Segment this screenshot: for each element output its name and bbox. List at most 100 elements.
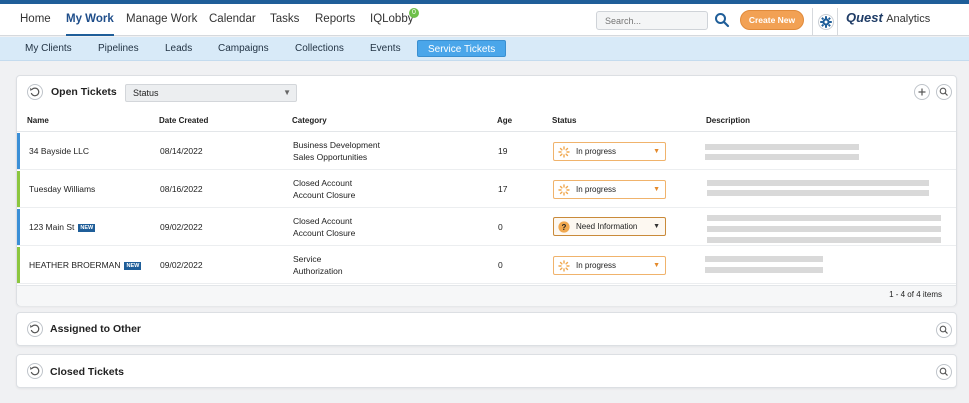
table-row[interactable]: HEATHER BROERMAN NEW 09/02/2022 Service A… bbox=[17, 247, 956, 284]
status-select[interactable]: In progress ▼ bbox=[553, 180, 666, 199]
col-header-date[interactable]: Date Created bbox=[159, 116, 208, 125]
gear-icon[interactable] bbox=[818, 14, 834, 30]
assigned-to-other-card: Assigned to Other bbox=[16, 312, 957, 346]
spinner-icon bbox=[558, 184, 570, 196]
refresh-icon[interactable] bbox=[27, 321, 43, 337]
new-badge: NEW bbox=[124, 262, 142, 270]
ticket-name: 34 Bayside LLC bbox=[29, 145, 89, 157]
description-placeholder bbox=[707, 180, 929, 186]
table-row[interactable]: 123 Main St NEW 09/02/2022 Closed Account… bbox=[17, 209, 956, 246]
description-placeholder bbox=[707, 237, 941, 243]
ticket-category-secondary: Authorization bbox=[293, 266, 343, 276]
nav-iqlobby[interactable]: IQLobby bbox=[370, 4, 413, 36]
ticket-age: 17 bbox=[498, 184, 508, 194]
description-placeholder bbox=[707, 226, 941, 232]
spinner-icon bbox=[558, 260, 570, 272]
settings-container bbox=[812, 8, 838, 36]
table-footer: 1 - 4 of 4 items bbox=[17, 285, 956, 306]
chevron-down-icon: ▼ bbox=[283, 88, 291, 97]
table-row[interactable]: 34 Bayside LLC 08/14/2022 Business Devel… bbox=[17, 133, 956, 170]
status-select[interactable]: In progress ▼ bbox=[553, 256, 666, 275]
col-header-status[interactable]: Status bbox=[552, 116, 576, 125]
chevron-down-icon: ▼ bbox=[653, 223, 660, 230]
status-filter-dropdown[interactable]: Status ▼ bbox=[125, 84, 297, 102]
assigned-to-other-title[interactable]: Assigned to Other bbox=[50, 323, 141, 335]
question-icon: ? bbox=[558, 221, 570, 233]
chevron-down-icon: ▼ bbox=[653, 148, 660, 155]
description-placeholder bbox=[707, 215, 941, 221]
description-placeholder bbox=[707, 190, 929, 196]
refresh-icon[interactable] bbox=[27, 84, 43, 100]
ticket-age: 19 bbox=[498, 146, 508, 156]
pagination-info: 1 - 4 of 4 items bbox=[889, 290, 942, 299]
iqlobby-count-badge: 0 bbox=[409, 8, 419, 18]
ticket-category-primary: Closed Account bbox=[293, 216, 353, 226]
description-placeholder bbox=[705, 256, 823, 262]
spinner-icon bbox=[558, 146, 570, 158]
nav-home[interactable]: Home bbox=[20, 4, 51, 36]
search-icon[interactable] bbox=[936, 84, 952, 100]
refresh-icon[interactable] bbox=[27, 363, 43, 379]
ticket-date: 09/02/2022 bbox=[160, 222, 203, 232]
search-input[interactable] bbox=[596, 11, 708, 30]
subnav-pipelines[interactable]: Pipelines bbox=[88, 40, 149, 57]
description-placeholder bbox=[705, 144, 859, 150]
description-placeholder bbox=[705, 154, 859, 160]
add-icon[interactable] bbox=[914, 84, 930, 100]
chevron-down-icon: ▼ bbox=[653, 186, 660, 193]
ticket-name: Tuesday Williams bbox=[29, 183, 95, 195]
ticket-category-secondary: Sales Opportunities bbox=[293, 152, 368, 162]
search-icon[interactable] bbox=[714, 12, 730, 28]
subnav-service-tickets[interactable]: Service Tickets bbox=[417, 40, 507, 57]
subnav-collections[interactable]: Collections bbox=[285, 40, 354, 57]
ticket-category: Closed Account Account Closure bbox=[293, 215, 355, 239]
ticket-category-secondary: Account Closure bbox=[293, 190, 356, 200]
subnav-my-clients[interactable]: My Clients bbox=[15, 40, 82, 57]
col-header-description[interactable]: Description bbox=[706, 116, 750, 125]
chevron-down-icon: ▼ bbox=[653, 262, 660, 269]
status-label: In progress bbox=[576, 261, 617, 270]
open-tickets-title: Open Tickets bbox=[51, 86, 117, 98]
ticket-name-text: Tuesday Williams bbox=[29, 184, 96, 194]
ticket-name-text: HEATHER BROERMAN bbox=[29, 260, 121, 270]
ticket-name-text: 123 Main St bbox=[29, 222, 75, 232]
nav-manage-work[interactable]: Manage Work bbox=[126, 4, 197, 36]
nav-reports[interactable]: Reports bbox=[315, 4, 355, 36]
ticket-category: Business Development Sales Opportunities bbox=[293, 139, 380, 163]
col-header-category[interactable]: Category bbox=[292, 116, 327, 125]
sub-navigation: My Clients Pipelines Leads Campaigns Col… bbox=[0, 37, 969, 61]
ticket-category-secondary: Account Closure bbox=[293, 228, 356, 238]
search-icon[interactable] bbox=[936, 364, 952, 380]
description-placeholder bbox=[705, 267, 823, 273]
new-badge: NEW bbox=[78, 224, 96, 232]
status-select[interactable]: ? Need Information ▼ bbox=[553, 217, 666, 236]
subnav-campaigns[interactable]: Campaigns bbox=[208, 40, 279, 57]
ticket-category-primary: Business Development bbox=[293, 140, 380, 150]
col-header-name[interactable]: Name bbox=[27, 116, 49, 125]
closed-tickets-card: Closed Tickets bbox=[16, 354, 957, 388]
table-row[interactable]: Tuesday Williams 08/16/2022 Closed Accou… bbox=[17, 171, 956, 208]
svg-text:?: ? bbox=[562, 223, 567, 232]
create-new-button[interactable]: Create New bbox=[740, 10, 804, 30]
ticket-name: 123 Main St NEW bbox=[29, 221, 96, 233]
row-accent bbox=[17, 209, 20, 245]
header-divider bbox=[17, 131, 956, 132]
nav-calendar[interactable]: Calendar bbox=[209, 4, 256, 36]
status-label: Need Information bbox=[576, 222, 638, 231]
nav-my-work[interactable]: My Work bbox=[66, 4, 114, 36]
status-filter-label: Status bbox=[133, 88, 159, 98]
subnav-leads[interactable]: Leads bbox=[155, 40, 202, 57]
ticket-name-text: 34 Bayside LLC bbox=[29, 146, 90, 156]
open-tickets-card: Open Tickets Status ▼ Name Date Created … bbox=[16, 75, 957, 306]
search-icon[interactable] bbox=[936, 322, 952, 338]
subnav-events[interactable]: Events bbox=[360, 40, 411, 57]
ticket-name: HEATHER BROERMAN NEW bbox=[29, 259, 142, 271]
col-header-age[interactable]: Age bbox=[497, 116, 512, 125]
ticket-category-primary: Closed Account bbox=[293, 178, 353, 188]
closed-tickets-title[interactable]: Closed Tickets bbox=[50, 366, 124, 378]
ticket-date: 08/16/2022 bbox=[160, 184, 203, 194]
status-select[interactable]: In progress ▼ bbox=[553, 142, 666, 161]
row-accent bbox=[17, 247, 20, 283]
ticket-age: 0 bbox=[498, 260, 503, 270]
nav-tasks[interactable]: Tasks bbox=[270, 4, 299, 36]
